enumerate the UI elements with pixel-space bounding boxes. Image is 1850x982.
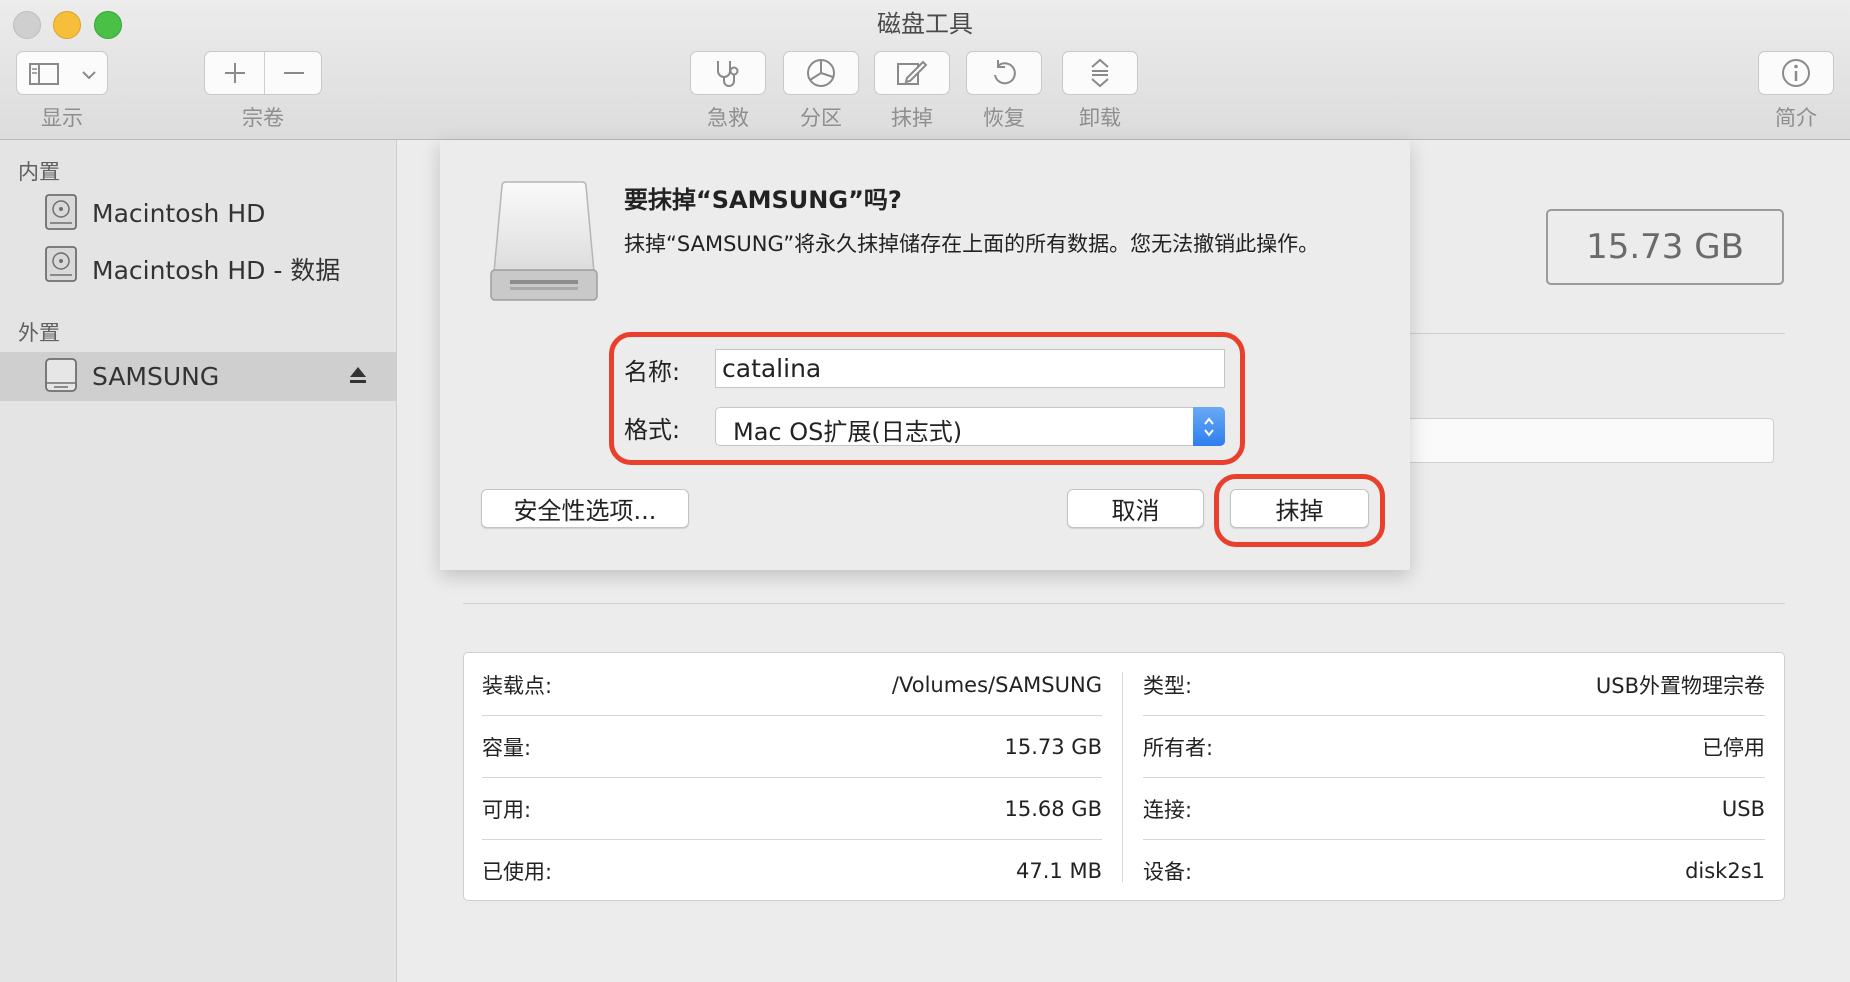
info-column-divider: [1122, 672, 1123, 882]
window-title: 磁盘工具: [877, 10, 973, 38]
dialog-title: 要抹掉“SAMSUNG”吗?: [624, 186, 902, 214]
sidebar-item-label: Macintosh HD: [92, 199, 266, 228]
chevron-down-icon: [81, 66, 97, 85]
highlight-erase-button: [1214, 474, 1385, 547]
sidebar-view-icon: [29, 63, 59, 89]
capacity-badge: 15.73 GB: [1546, 209, 1784, 285]
unmount-button[interactable]: [1062, 51, 1138, 95]
remove-volume-button[interactable]: [265, 52, 322, 94]
info-value: 已停用: [1702, 736, 1765, 760]
partition-label: 分区: [800, 106, 842, 130]
info-key: 装载点:: [482, 674, 553, 698]
info-row: 连接: USB: [1143, 778, 1765, 840]
pie-partition-icon: [807, 59, 835, 87]
sidebar-header-external: 外置: [18, 321, 60, 345]
info-value: 15.73 GB: [1004, 735, 1102, 759]
info-key: 容量:: [482, 736, 532, 760]
sidebar-item-label: SAMSUNG: [92, 362, 220, 391]
erase-toolbar-button[interactable]: [874, 51, 950, 95]
info-row: 类型: USB外置物理宗卷: [1143, 654, 1765, 716]
info-row: 设备: disk2s1: [1143, 840, 1765, 902]
info-button[interactable]: [1758, 51, 1834, 95]
info-key: 连接:: [1143, 798, 1193, 822]
info-row: 容量: 15.73 GB: [482, 716, 1102, 778]
unmount-icon: [1091, 58, 1109, 88]
info-row: 装载点: /Volumes/SAMSUNG: [482, 654, 1102, 716]
add-volume-button[interactable]: [205, 52, 264, 94]
sidebar-item-label: Macintosh HD - 数据: [92, 256, 341, 285]
info-value: USB外置物理宗卷: [1595, 674, 1765, 698]
external-drive-icon: [488, 180, 600, 306]
info-value: /Volumes/SAMSUNG: [891, 673, 1102, 697]
volume-label: 宗卷: [242, 106, 284, 130]
plus-icon: [224, 63, 245, 83]
minus-icon: [283, 72, 304, 74]
info-key: 已使用:: [482, 860, 553, 884]
restore-arrow-icon: [994, 60, 1016, 85]
restore-button[interactable]: [966, 51, 1042, 95]
info-icon: [1782, 59, 1810, 87]
info-key: 所有者:: [1143, 736, 1214, 760]
info-key: 可用:: [482, 798, 532, 822]
internal-disk-icon: [44, 194, 78, 230]
window-toolbar: 磁盘工具 显示 宗卷 急救 分区 抹掉 恢复 卸载 简介: [0, 0, 1850, 140]
info-key: 类型:: [1143, 674, 1193, 698]
volume-segment: [204, 51, 322, 95]
partition-button[interactable]: [783, 51, 859, 95]
unmount-label: 卸载: [1079, 106, 1121, 130]
info-value: 47.1 MB: [1016, 859, 1102, 883]
view-label: 显示: [41, 106, 83, 130]
usage-bar: [1400, 418, 1774, 463]
erase-pencil-icon: [897, 60, 928, 85]
eject-icon[interactable]: [348, 365, 368, 389]
external-disk-icon: [44, 357, 78, 393]
divider: [463, 603, 1785, 604]
security-options-button[interactable]: 安全性选项...: [481, 489, 689, 528]
first-aid-label: 急救: [707, 106, 749, 130]
stethoscope-icon: [717, 61, 739, 87]
cancel-button[interactable]: 取消: [1067, 489, 1204, 528]
info-value: 15.68 GB: [1004, 797, 1102, 821]
info-label: 简介: [1775, 106, 1817, 130]
info-value: USB: [1721, 797, 1765, 821]
sidebar-header-internal: 内置: [18, 160, 60, 184]
info-value: disk2s1: [1685, 859, 1765, 883]
info-key: 设备:: [1143, 860, 1193, 884]
divider: [1410, 333, 1785, 334]
info-row: 所有者: 已停用: [1143, 716, 1765, 778]
first-aid-button[interactable]: [690, 51, 766, 95]
info-row: 已使用: 47.1 MB: [482, 840, 1102, 902]
info-row: 可用: 15.68 GB: [482, 778, 1102, 840]
dialog-message: 抹掉“SAMSUNG”将永久抹掉储存在上面的所有数据。您无法撤销此操作。: [624, 232, 1320, 256]
highlight-name-format: [609, 332, 1245, 465]
internal-disk-icon: [44, 246, 78, 282]
restore-label: 恢复: [983, 106, 1025, 130]
view-button[interactable]: [16, 51, 108, 95]
erase-toolbar-label: 抹掉: [891, 106, 933, 130]
